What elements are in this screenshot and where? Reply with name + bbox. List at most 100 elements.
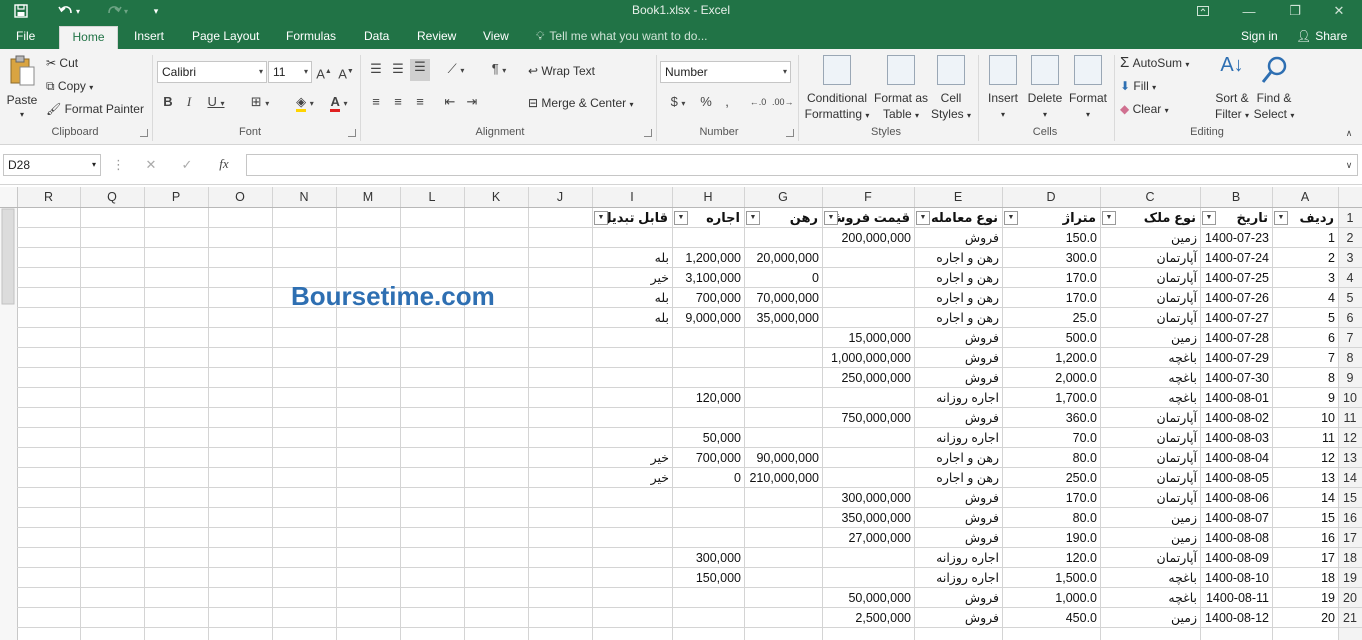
insert-cells-button[interactable]: Insert ▾ [984,53,1022,123]
row-header-3[interactable]: 3 [1338,248,1362,268]
cell-c-20[interactable]: باغچه [1100,588,1200,608]
cell-a-5[interactable]: 4 [1272,288,1338,308]
row-header-2[interactable]: 2 [1338,228,1362,248]
fill-color-icon[interactable]: ◈ ▾ [290,94,320,112]
cell-b-15[interactable]: 1400-08-06 [1200,488,1272,508]
filter-dropdown-icon[interactable]: ▼ [824,211,838,225]
alignment-launcher-icon[interactable] [644,129,652,137]
column-header-e[interactable]: E [914,187,1002,207]
column-header-i[interactable]: I [592,187,672,207]
row-header-13[interactable]: 13 [1338,448,1362,468]
font-size-combo[interactable]: 11 ▾ [268,61,312,83]
cell-d-8[interactable]: 1,200.0 [1002,348,1100,368]
cell-d-5[interactable]: 170.0 [1002,288,1100,308]
cell-f-21[interactable]: 2,500,000 [822,608,914,628]
font-name-combo[interactable]: Calibri ▾ [157,61,267,83]
cell-e-5[interactable]: رهن و اجاره [914,288,1002,308]
column-header-g[interactable]: G [744,187,822,207]
cell-c-2[interactable]: زمین [1100,228,1200,248]
cell-c-5[interactable]: آپارتمان [1100,288,1200,308]
cell-b-9[interactable]: 1400-07-30 [1200,368,1272,388]
tab-data[interactable]: Data [354,26,399,49]
cell-e-7[interactable]: فروش [914,328,1002,348]
cell-d-14[interactable]: 250.0 [1002,468,1100,488]
row-header-9[interactable]: 9 [1338,368,1362,388]
cell-b-17[interactable]: 1400-08-08 [1200,528,1272,548]
cell-e-10[interactable]: اجاره روزانه [914,388,1002,408]
tab-insert[interactable]: Insert [124,26,174,49]
row-header-21[interactable]: 21 [1338,608,1362,628]
cell-b-19[interactable]: 1400-08-10 [1200,568,1272,588]
cell-f-17[interactable]: 27,000,000 [822,528,914,548]
font-color-icon[interactable]: A ▾ [324,94,354,112]
worksheet[interactable]: RQPONMLKJIHGFEDCBA 1 2 3 4 5 6 7 8 9 10 11 12 13 14 15… [0,187,1362,640]
cell-d-21[interactable]: 450.0 [1002,608,1100,628]
cell-a-19[interactable]: 18 [1272,568,1338,588]
cell-b-4[interactable]: 1400-07-25 [1200,268,1272,288]
cell-e-2[interactable]: فروش [914,228,1002,248]
cell-b-13[interactable]: 1400-08-04 [1200,448,1272,468]
cell-c-7[interactable]: زمین [1100,328,1200,348]
cell-c-21[interactable]: زمین [1100,608,1200,628]
filter-dropdown-icon[interactable]: ▼ [1202,211,1216,225]
cell-b-3[interactable]: 1400-07-24 [1200,248,1272,268]
tab-page-layout[interactable]: Page Layout [182,26,269,49]
cell-a-8[interactable]: 7 [1272,348,1338,368]
autosum-button[interactable]: Σ AutoSum ▾ [1120,55,1189,73]
cell-c-3[interactable]: آپارتمان [1100,248,1200,268]
row-header-4[interactable]: 4 [1338,268,1362,288]
cell-e-6[interactable]: رهن و اجاره [914,308,1002,328]
name-box[interactable]: D28 ▾ [3,154,101,176]
cell-i-5[interactable]: بله [592,288,672,308]
cell-e-21[interactable]: فروش [914,608,1002,628]
cell-c-8[interactable]: باغچه [1100,348,1200,368]
cell-d-16[interactable]: 80.0 [1002,508,1100,528]
align-center-icon[interactable]: ≡ [390,94,406,110]
insert-function-icon[interactable]: fx [214,156,234,172]
cell-b-16[interactable]: 1400-08-07 [1200,508,1272,528]
cell-f-16[interactable]: 350,000,000 [822,508,914,528]
cell-a-10[interactable]: 9 [1272,388,1338,408]
align-top-icon[interactable]: ☰ [368,61,384,77]
cell-a-6[interactable]: 5 [1272,308,1338,328]
cell-d-2[interactable]: 150.0 [1002,228,1100,248]
cell-a-11[interactable]: 10 [1272,408,1338,428]
number-launcher-icon[interactable] [786,129,794,137]
cell-c-13[interactable]: آپارتمان [1100,448,1200,468]
cell-d-3[interactable]: 300.0 [1002,248,1100,268]
cell-d-20[interactable]: 1,000.0 [1002,588,1100,608]
cell-a-13[interactable]: 12 [1272,448,1338,468]
cell-d-9[interactable]: 2,000.0 [1002,368,1100,388]
italic-button[interactable]: I [181,94,197,110]
cell-d-19[interactable]: 1,500.0 [1002,568,1100,588]
filter-dropdown-icon[interactable]: ▼ [1102,211,1116,225]
cell-b-21[interactable]: 1400-08-12 [1200,608,1272,628]
column-header-a[interactable]: A [1272,187,1338,207]
wrap-text-button[interactable]: ↩ Wrap Text [528,63,595,79]
rtl-direction-icon[interactable]: ¶ ▾ [484,61,514,79]
orientation-icon[interactable]: ⟋ ▾ [442,61,470,79]
cell-a-2[interactable]: 1 [1272,228,1338,248]
cell-c-17[interactable]: زمین [1100,528,1200,548]
row-header-1[interactable]: 1 [1338,208,1362,228]
conditional-formatting-button[interactable]: Conditional Formatting ▾ [803,53,871,123]
column-header-l[interactable]: L [400,187,464,207]
customize-qat-icon[interactable]: ▾ [148,0,164,22]
underline-button[interactable]: U ▾ [203,94,229,112]
cell-i-3[interactable]: بله [592,248,672,268]
cell-g-13[interactable]: 90,000,000 [744,448,822,468]
column-header-n[interactable]: N [272,187,336,207]
format-painter-button[interactable]: 🖌︎ Format Painter [46,101,144,117]
cell-c-18[interactable]: آپارتمان [1100,548,1200,568]
cell-e-11[interactable]: فروش [914,408,1002,428]
formula-input[interactable] [246,154,1358,176]
filter-dropdown-icon[interactable]: ▼ [594,211,608,225]
column-header-h[interactable]: H [672,187,744,207]
cell-a-12[interactable]: 11 [1272,428,1338,448]
redo-icon[interactable]: ▾ [100,0,134,22]
cell-e-14[interactable]: رهن و اجاره [914,468,1002,488]
cell-c-4[interactable]: آپارتمان [1100,268,1200,288]
cell-f-11[interactable]: 750,000,000 [822,408,914,428]
cell-e-9[interactable]: فروش [914,368,1002,388]
row-header-14[interactable]: 14 [1338,468,1362,488]
